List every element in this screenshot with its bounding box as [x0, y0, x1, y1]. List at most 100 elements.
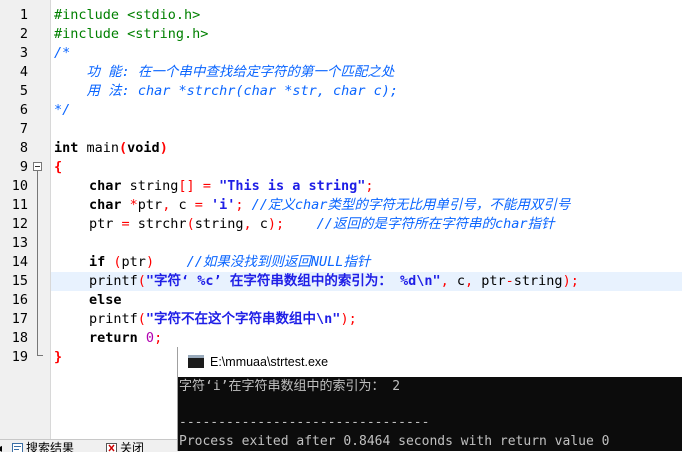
line-number: 11 — [0, 196, 28, 215]
code-line[interactable]: char string[] = "This is a string"; — [89, 177, 374, 196]
tab-search-results[interactable]: 搜索结果 — [12, 441, 74, 452]
identifier: printf — [89, 311, 138, 327]
code-line[interactable]: ptr = strchr(string, c); //返回的是字符所在字符串的c… — [89, 215, 554, 234]
console-line: -------------------------------- — [179, 413, 429, 432]
keyword: char — [89, 197, 122, 213]
console-app-icon — [188, 355, 204, 368]
symbol: ( — [119, 140, 127, 156]
tab-close[interactable]: 关闭 — [106, 441, 144, 452]
code-line[interactable]: /* — [54, 44, 70, 63]
symbol: ( — [187, 216, 195, 232]
space — [195, 178, 203, 194]
line-number: 16 — [0, 291, 28, 310]
line-number: 13 — [0, 234, 28, 253]
line-number: 1 — [0, 6, 28, 25]
comment: //返回的是字符所在字符串的char指针 — [284, 216, 554, 232]
line-number: 8 — [0, 139, 28, 158]
code-line[interactable]: #include <stdio.h> — [54, 6, 200, 25]
comment: //如果没找到则返回NULL指针 — [154, 254, 370, 270]
space — [203, 197, 211, 213]
line-number: 5 — [0, 82, 28, 101]
symbol: , — [465, 273, 473, 289]
tab-divider: ◂ — [0, 441, 2, 452]
identifier: c — [449, 273, 465, 289]
identifier: ptr — [138, 197, 162, 213]
symbol: ; — [154, 330, 162, 346]
symbol: ) — [340, 311, 348, 327]
number-literal: 0 — [146, 330, 154, 346]
code-line[interactable]: printf("字符‘ %c’ 在字符串数组中的索引为： %d\n", c, p… — [89, 272, 579, 291]
symbol: ) — [563, 273, 571, 289]
symbol: ( — [113, 254, 121, 270]
char-literal: 'i' — [211, 197, 235, 213]
code-line[interactable]: return 0; — [89, 329, 162, 348]
console-window[interactable]: E:\mmuaa\strtest.exe 字符‘i’在字符串数组中的索引为： 2… — [178, 347, 682, 451]
code-line[interactable]: 功 能: 在一个串中查找给定字符的第一个匹配之处 — [54, 63, 394, 82]
line-number: 19 — [0, 348, 28, 367]
symbol: ; — [365, 178, 373, 194]
line-number: 2 — [0, 25, 28, 44]
tab-label: 搜索结果 — [26, 441, 74, 452]
string-literal: "This is a string" — [219, 178, 365, 194]
line-number: 3 — [0, 44, 28, 63]
line-number: 9 — [0, 158, 28, 177]
symbol: ; — [235, 197, 243, 213]
space — [138, 330, 146, 346]
console-title: E:\mmuaa\strtest.exe — [210, 355, 328, 369]
console-output[interactable]: 字符‘i’在字符串数组中的索引为： 2 --------------------… — [178, 377, 682, 451]
bottom-panel-tabs: ◂ 搜索结果 关闭 — [0, 439, 180, 452]
code-line[interactable]: int main(void) — [54, 139, 168, 158]
keyword: void — [127, 140, 160, 156]
line-number-gutter: 1 2 3 4 5 6 7 8 9 10 11 12 13 14 15 16 1… — [0, 0, 51, 440]
keyword: int — [54, 140, 78, 156]
brace: } — [54, 349, 62, 365]
keyword: char — [89, 178, 122, 194]
keyword: return — [89, 330, 138, 346]
line-number: 15 — [0, 272, 28, 291]
symbol: * — [130, 197, 138, 213]
keyword: if — [89, 254, 105, 270]
string-literal: "字符‘ %c’ 在字符串数组中的索引为： %d\n" — [146, 273, 441, 289]
symbol: = — [203, 178, 211, 194]
line-number: 7 — [0, 120, 28, 139]
code-line[interactable]: } — [54, 348, 62, 367]
fold-guide-end — [37, 355, 43, 356]
line-number: 14 — [0, 253, 28, 272]
symbol: ; — [571, 273, 579, 289]
code-line[interactable]: */ — [54, 101, 70, 120]
identifier: ptr — [89, 216, 122, 232]
code-line[interactable]: else — [89, 291, 122, 310]
symbol: ) — [268, 216, 276, 232]
space — [122, 197, 130, 213]
identifier: string — [122, 178, 179, 194]
code-line[interactable]: 用 法: char *strchr(char *str, char c); — [54, 82, 398, 101]
symbol: , — [243, 216, 251, 232]
symbol: , — [441, 273, 449, 289]
console-line: 字符‘i’在字符串数组中的索引为： 2 — [179, 377, 400, 396]
line-number: 4 — [0, 63, 28, 82]
line-number: 18 — [0, 329, 28, 348]
fold-toggle-icon[interactable] — [33, 162, 42, 171]
symbol: [] — [178, 178, 194, 194]
code-line[interactable]: #include <string.h> — [54, 25, 208, 44]
symbol: ; — [349, 311, 357, 327]
identifier: c — [170, 197, 194, 213]
tab-label: 关闭 — [120, 441, 144, 452]
symbol: ) — [160, 140, 168, 156]
code-line[interactable]: char *ptr, c = 'i'; //定义char类型的字符无比用单引号，… — [89, 196, 570, 215]
line-number: 10 — [0, 177, 28, 196]
identifier: string — [514, 273, 563, 289]
symbol: - — [506, 273, 514, 289]
identifier: ptr — [122, 254, 146, 270]
symbol: ; — [276, 216, 284, 232]
line-number: 17 — [0, 310, 28, 329]
code-line[interactable]: if (ptr) //如果没找到则返回NULL指针 — [89, 253, 370, 272]
code-line[interactable]: printf("字符不在这个字符串数组中\n"); — [89, 310, 357, 329]
line-number: 6 — [0, 101, 28, 120]
code-line[interactable]: { — [54, 158, 62, 177]
symbol: = — [122, 216, 130, 232]
string-literal: "字符不在这个字符串数组中\n" — [146, 311, 341, 327]
console-title-bar[interactable]: E:\mmuaa\strtest.exe — [178, 347, 682, 377]
comment: //定义char类型的字符无比用单引号，不能用双引号 — [244, 197, 571, 213]
identifier: main — [78, 140, 119, 156]
